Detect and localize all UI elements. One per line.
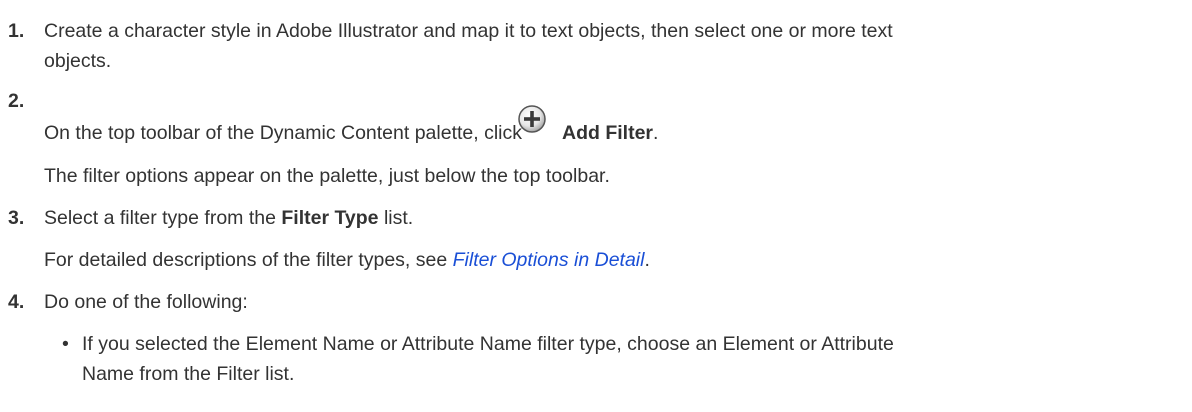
step-3-note: For detailed descriptions of the filter …: [44, 247, 650, 273]
step-2-add-filter-label: Add Filter.: [562, 120, 658, 146]
add-filter-bold-label: Add Filter: [562, 122, 653, 144]
bullet-1-line2: Name from the Filter list.: [82, 363, 295, 385]
step-1-text-line1: Create a character style in Adobe Illust…: [44, 20, 893, 42]
step-3-text-after: list.: [383, 207, 414, 229]
step-1-number: 1.: [8, 20, 25, 42]
step-3-number: 3.: [8, 207, 25, 229]
step-4-number: 4.: [8, 291, 25, 313]
step-2-note: The filter options appear on the palette…: [44, 165, 610, 187]
step-1-text-line2: objects.: [44, 50, 112, 72]
document-page: 1. Create a character style in Adobe Ill…: [0, 0, 1192, 412]
step-3-note-period: .: [644, 249, 650, 271]
step-4-text: Do one of the following:: [44, 291, 248, 313]
step-2-instruction: On the top toolbar of the Dynamic Conten…: [44, 120, 522, 146]
step-2-number: 2.: [8, 90, 25, 112]
step-2-period: .: [653, 122, 659, 144]
step-3-note-text: For detailed descriptions of the filter …: [44, 249, 448, 271]
step-3-text: Select a filter type from the: [44, 207, 276, 229]
filter-type-bold-label: Filter Type: [281, 207, 379, 229]
bullet-dot: •: [62, 333, 69, 355]
step-3-instruction: Select a filter type from the Filter Typ…: [44, 205, 413, 231]
step-2-text: On the top toolbar of the Dynamic Conten…: [44, 122, 523, 144]
bullet-1-line1: If you selected the Element Name or Attr…: [82, 333, 894, 355]
add-filter-plus-icon: [518, 105, 546, 133]
filter-options-link[interactable]: Filter Options in Detail: [453, 249, 645, 271]
